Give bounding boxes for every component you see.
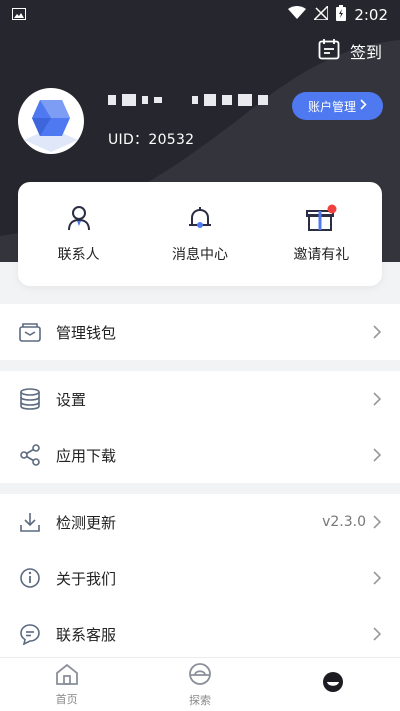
download-icon (18, 510, 42, 534)
chevron-right-icon (373, 448, 382, 462)
check-update-row[interactable]: 检测更新 v2.3.0 (0, 494, 400, 550)
chevron-right-icon (373, 571, 382, 585)
check-update-label: 检测更新 (56, 513, 117, 532)
invite-rewards-action[interactable]: 邀请有礼 (261, 182, 382, 286)
no-signal-icon (312, 4, 330, 24)
gallery-notification-icon (12, 6, 26, 24)
username-obscured (108, 94, 268, 106)
status-bar: 2:02 (0, 0, 400, 30)
manage-wallet-label: 管理钱包 (56, 323, 117, 342)
nav-profile[interactable] (267, 658, 400, 711)
about-us-row[interactable]: 关于我们 (0, 550, 400, 606)
settings-label: 设置 (56, 390, 87, 409)
menu-group-wallet: 管理钱包 (0, 304, 400, 360)
avatar-hexagon-icon (24, 100, 78, 152)
chevron-right-icon (373, 627, 382, 641)
about-us-label: 关于我们 (56, 569, 117, 588)
gift-icon (305, 204, 337, 236)
message-center-label: 消息中心 (171, 247, 228, 263)
bottom-navigation: 首页 探索 (0, 657, 400, 711)
app-download-label: 应用下载 (56, 446, 117, 465)
invite-rewards-label: 邀请有礼 (293, 247, 350, 263)
customer-service-row[interactable]: 联系客服 (0, 606, 400, 662)
quick-actions-card: 联系人 消息中心 邀请有礼 (18, 182, 382, 286)
checkin-button[interactable]: 签到 (318, 38, 382, 64)
user-uid: UID：20532 (108, 132, 195, 148)
home-icon (55, 663, 79, 689)
checkin-label: 签到 (349, 43, 382, 62)
chevron-right-icon (373, 515, 382, 529)
bell-icon (186, 204, 214, 236)
account-management-button[interactable]: 账户管理 (292, 92, 383, 120)
app-download-row[interactable]: 应用下载 (0, 427, 400, 483)
profile-face-icon (322, 671, 344, 697)
explore-icon (188, 662, 212, 690)
wifi-icon (288, 6, 307, 24)
calendar-icon (318, 38, 340, 64)
contacts-action[interactable]: 联系人 (18, 182, 139, 286)
nav-explore-label: 探索 (188, 693, 211, 707)
app-version: v2.3.0 (322, 514, 366, 530)
nav-explore[interactable]: 探索 (133, 658, 266, 711)
chevron-right-icon (360, 99, 367, 113)
status-time: 2:02 (354, 6, 388, 24)
chevron-right-icon (373, 392, 382, 406)
menu-group-settings: 设置 应用下载 (0, 371, 400, 483)
settings-row[interactable]: 设置 (0, 371, 400, 427)
chat-bubble-icon (18, 622, 42, 646)
customer-service-label: 联系客服 (56, 625, 117, 644)
account-management-label: 账户管理 (307, 99, 356, 114)
manage-wallet-row[interactable]: 管理钱包 (0, 304, 400, 360)
info-icon (18, 566, 42, 590)
nav-home-label: 首页 (55, 692, 78, 706)
avatar[interactable] (18, 88, 84, 154)
contacts-label: 联系人 (57, 247, 100, 263)
wallet-icon (18, 320, 42, 344)
battery-charging-icon (336, 5, 347, 25)
share-icon (18, 443, 42, 467)
chevron-right-icon (373, 325, 382, 339)
contacts-icon (65, 204, 93, 236)
database-icon (18, 387, 42, 411)
message-center-action[interactable]: 消息中心 (139, 182, 260, 286)
nav-home[interactable]: 首页 (0, 658, 133, 711)
menu-group-about: 检测更新 v2.3.0 关于我们 联系客服 (0, 494, 400, 657)
